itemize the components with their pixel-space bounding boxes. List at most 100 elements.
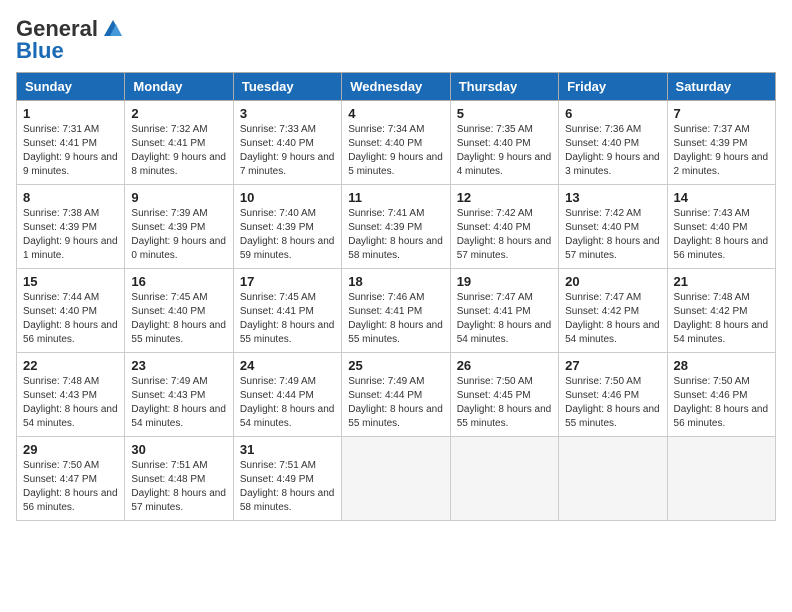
logo-icon [102, 18, 124, 40]
cell-info: Sunrise: 7:44 AMSunset: 4:40 PMDaylight:… [23, 291, 118, 347]
day-number: 28 [674, 358, 769, 373]
calendar-cell: 6 Sunrise: 7:36 AMSunset: 4:40 PMDayligh… [559, 101, 667, 185]
day-header-saturday: Saturday [667, 73, 775, 101]
day-number: 8 [23, 190, 118, 205]
cell-info: Sunrise: 7:42 AMSunset: 4:40 PMDaylight:… [565, 207, 660, 263]
cell-info: Sunrise: 7:45 AMSunset: 4:40 PMDaylight:… [131, 291, 226, 347]
day-number: 22 [23, 358, 118, 373]
day-number: 20 [565, 274, 660, 289]
day-number: 25 [348, 358, 443, 373]
week-row-3: 15 Sunrise: 7:44 AMSunset: 4:40 PMDaylig… [17, 269, 776, 353]
calendar-cell: 15 Sunrise: 7:44 AMSunset: 4:40 PMDaylig… [17, 269, 125, 353]
calendar-cell: 26 Sunrise: 7:50 AMSunset: 4:45 PMDaylig… [450, 353, 558, 437]
day-number: 30 [131, 442, 226, 457]
day-number: 29 [23, 442, 118, 457]
cell-info: Sunrise: 7:39 AMSunset: 4:39 PMDaylight:… [131, 207, 226, 263]
cell-info: Sunrise: 7:51 AMSunset: 4:49 PMDaylight:… [240, 459, 335, 515]
header: General Blue [16, 16, 776, 64]
cell-info: Sunrise: 7:49 AMSunset: 4:44 PMDaylight:… [240, 375, 335, 431]
calendar-cell: 11 Sunrise: 7:41 AMSunset: 4:39 PMDaylig… [342, 185, 450, 269]
day-header-friday: Friday [559, 73, 667, 101]
day-number: 2 [131, 106, 226, 121]
calendar-cell: 28 Sunrise: 7:50 AMSunset: 4:46 PMDaylig… [667, 353, 775, 437]
cell-info: Sunrise: 7:46 AMSunset: 4:41 PMDaylight:… [348, 291, 443, 347]
calendar-cell: 29 Sunrise: 7:50 AMSunset: 4:47 PMDaylig… [17, 437, 125, 521]
calendar-cell: 22 Sunrise: 7:48 AMSunset: 4:43 PMDaylig… [17, 353, 125, 437]
cell-info: Sunrise: 7:38 AMSunset: 4:39 PMDaylight:… [23, 207, 118, 263]
calendar-cell: 31 Sunrise: 7:51 AMSunset: 4:49 PMDaylig… [233, 437, 341, 521]
calendar-cell: 24 Sunrise: 7:49 AMSunset: 4:44 PMDaylig… [233, 353, 341, 437]
cell-info: Sunrise: 7:34 AMSunset: 4:40 PMDaylight:… [348, 123, 443, 179]
cell-info: Sunrise: 7:47 AMSunset: 4:41 PMDaylight:… [457, 291, 552, 347]
day-number: 13 [565, 190, 660, 205]
cell-info: Sunrise: 7:50 AMSunset: 4:46 PMDaylight:… [565, 375, 660, 431]
calendar-cell: 16 Sunrise: 7:45 AMSunset: 4:40 PMDaylig… [125, 269, 233, 353]
calendar-cell: 3 Sunrise: 7:33 AMSunset: 4:40 PMDayligh… [233, 101, 341, 185]
calendar-cell [667, 437, 775, 521]
calendar-cell: 17 Sunrise: 7:45 AMSunset: 4:41 PMDaylig… [233, 269, 341, 353]
day-number: 11 [348, 190, 443, 205]
cell-info: Sunrise: 7:32 AMSunset: 4:41 PMDaylight:… [131, 123, 226, 179]
day-number: 14 [674, 190, 769, 205]
cell-info: Sunrise: 7:31 AMSunset: 4:41 PMDaylight:… [23, 123, 118, 179]
calendar-cell: 4 Sunrise: 7:34 AMSunset: 4:40 PMDayligh… [342, 101, 450, 185]
calendar-cell: 14 Sunrise: 7:43 AMSunset: 4:40 PMDaylig… [667, 185, 775, 269]
day-number: 23 [131, 358, 226, 373]
day-header-tuesday: Tuesday [233, 73, 341, 101]
calendar-cell: 18 Sunrise: 7:46 AMSunset: 4:41 PMDaylig… [342, 269, 450, 353]
day-number: 7 [674, 106, 769, 121]
cell-info: Sunrise: 7:47 AMSunset: 4:42 PMDaylight:… [565, 291, 660, 347]
day-number: 31 [240, 442, 335, 457]
cell-info: Sunrise: 7:50 AMSunset: 4:45 PMDaylight:… [457, 375, 552, 431]
day-header-wednesday: Wednesday [342, 73, 450, 101]
day-number: 4 [348, 106, 443, 121]
day-header-monday: Monday [125, 73, 233, 101]
calendar-cell [559, 437, 667, 521]
calendar-cell: 2 Sunrise: 7:32 AMSunset: 4:41 PMDayligh… [125, 101, 233, 185]
day-number: 17 [240, 274, 335, 289]
cell-info: Sunrise: 7:43 AMSunset: 4:40 PMDaylight:… [674, 207, 769, 263]
day-header-thursday: Thursday [450, 73, 558, 101]
logo-blue: Blue [16, 38, 64, 64]
calendar-cell: 8 Sunrise: 7:38 AMSunset: 4:39 PMDayligh… [17, 185, 125, 269]
day-number: 26 [457, 358, 552, 373]
day-number: 5 [457, 106, 552, 121]
cell-info: Sunrise: 7:42 AMSunset: 4:40 PMDaylight:… [457, 207, 552, 263]
calendar-table: SundayMondayTuesdayWednesdayThursdayFrid… [16, 72, 776, 521]
cell-info: Sunrise: 7:36 AMSunset: 4:40 PMDaylight:… [565, 123, 660, 179]
calendar-cell: 21 Sunrise: 7:48 AMSunset: 4:42 PMDaylig… [667, 269, 775, 353]
day-number: 10 [240, 190, 335, 205]
cell-info: Sunrise: 7:41 AMSunset: 4:39 PMDaylight:… [348, 207, 443, 263]
cell-info: Sunrise: 7:48 AMSunset: 4:43 PMDaylight:… [23, 375, 118, 431]
cell-info: Sunrise: 7:48 AMSunset: 4:42 PMDaylight:… [674, 291, 769, 347]
logo: General Blue [16, 16, 124, 64]
cell-info: Sunrise: 7:50 AMSunset: 4:46 PMDaylight:… [674, 375, 769, 431]
calendar-cell: 25 Sunrise: 7:49 AMSunset: 4:44 PMDaylig… [342, 353, 450, 437]
cell-info: Sunrise: 7:49 AMSunset: 4:44 PMDaylight:… [348, 375, 443, 431]
calendar-cell: 10 Sunrise: 7:40 AMSunset: 4:39 PMDaylig… [233, 185, 341, 269]
calendar-cell: 12 Sunrise: 7:42 AMSunset: 4:40 PMDaylig… [450, 185, 558, 269]
cell-info: Sunrise: 7:45 AMSunset: 4:41 PMDaylight:… [240, 291, 335, 347]
calendar-cell [342, 437, 450, 521]
cell-info: Sunrise: 7:33 AMSunset: 4:40 PMDaylight:… [240, 123, 335, 179]
week-row-1: 1 Sunrise: 7:31 AMSunset: 4:41 PMDayligh… [17, 101, 776, 185]
cell-info: Sunrise: 7:37 AMSunset: 4:39 PMDaylight:… [674, 123, 769, 179]
calendar-cell: 30 Sunrise: 7:51 AMSunset: 4:48 PMDaylig… [125, 437, 233, 521]
calendar-cell: 1 Sunrise: 7:31 AMSunset: 4:41 PMDayligh… [17, 101, 125, 185]
day-number: 16 [131, 274, 226, 289]
day-number: 24 [240, 358, 335, 373]
week-row-5: 29 Sunrise: 7:50 AMSunset: 4:47 PMDaylig… [17, 437, 776, 521]
calendar-cell [450, 437, 558, 521]
day-header-sunday: Sunday [17, 73, 125, 101]
day-number: 9 [131, 190, 226, 205]
day-number: 3 [240, 106, 335, 121]
day-number: 18 [348, 274, 443, 289]
calendar-cell: 5 Sunrise: 7:35 AMSunset: 4:40 PMDayligh… [450, 101, 558, 185]
calendar-cell: 9 Sunrise: 7:39 AMSunset: 4:39 PMDayligh… [125, 185, 233, 269]
cell-info: Sunrise: 7:35 AMSunset: 4:40 PMDaylight:… [457, 123, 552, 179]
calendar-cell: 27 Sunrise: 7:50 AMSunset: 4:46 PMDaylig… [559, 353, 667, 437]
calendar-cell: 7 Sunrise: 7:37 AMSunset: 4:39 PMDayligh… [667, 101, 775, 185]
calendar-cell: 13 Sunrise: 7:42 AMSunset: 4:40 PMDaylig… [559, 185, 667, 269]
cell-info: Sunrise: 7:51 AMSunset: 4:48 PMDaylight:… [131, 459, 226, 515]
cell-info: Sunrise: 7:40 AMSunset: 4:39 PMDaylight:… [240, 207, 335, 263]
